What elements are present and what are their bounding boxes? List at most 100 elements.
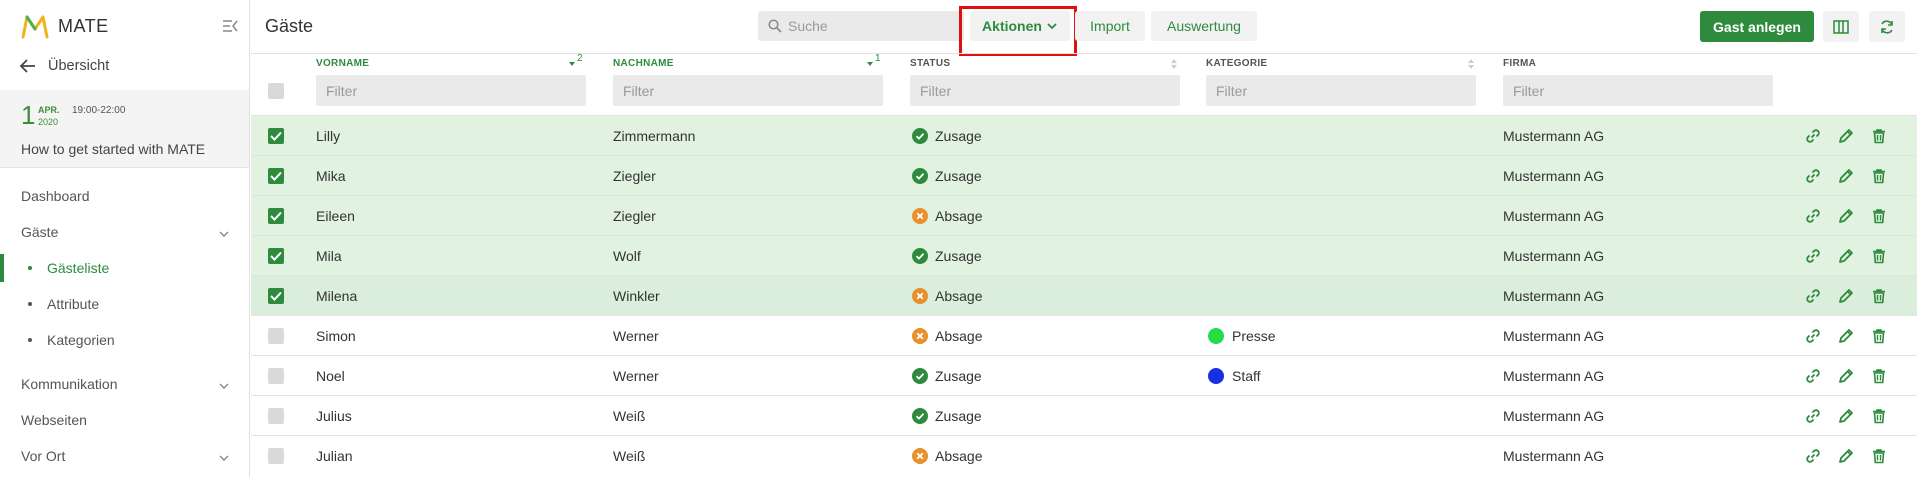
auswertung-button[interactable]: Auswertung [1151, 11, 1257, 41]
trash-icon[interactable] [1870, 407, 1888, 425]
trash-icon[interactable] [1870, 327, 1888, 345]
import-button[interactable]: Import [1075, 11, 1145, 41]
row-checkbox[interactable] [268, 248, 284, 264]
table-row[interactable]: Simon Werner Absage Presse Mustermann AG [251, 315, 1917, 355]
mate-logo-icon [21, 15, 49, 39]
link-icon[interactable] [1804, 327, 1822, 345]
link-icon[interactable] [1804, 287, 1822, 305]
row-checkbox[interactable] [268, 328, 284, 344]
row-checkbox[interactable] [268, 448, 284, 464]
link-icon[interactable] [1804, 367, 1822, 385]
column-header-kategorie[interactable]: KATEGORIE [1206, 58, 1267, 69]
row-checkbox[interactable] [268, 168, 284, 184]
sidebar: MATE Übersicht 1 APR. 2020 19:00-22:00 H… [0, 0, 250, 477]
pencil-icon[interactable] [1837, 167, 1855, 185]
pencil-icon[interactable] [1837, 207, 1855, 225]
refresh-icon [1881, 19, 1893, 34]
status-cell: Zusage [912, 128, 982, 144]
table-row[interactable]: Mika Ziegler Zusage Mustermann AG [251, 155, 1917, 195]
status-cell: Zusage [912, 408, 982, 424]
sort-indicator-vorname[interactable]: 2 [568, 53, 583, 68]
sidebar-item-kommunikation[interactable]: Kommunikation [21, 376, 118, 392]
columns-button[interactable] [1823, 11, 1859, 42]
table-row[interactable]: Noel Werner Zusage Staff Mustermann AG [251, 355, 1917, 395]
table-row[interactable]: Julian Weiß Absage Mustermann AG [251, 435, 1917, 475]
sidebar-item-vor-ort[interactable]: Vor Ort [21, 448, 65, 464]
trash-icon[interactable] [1870, 247, 1888, 265]
status-text: Zusage [935, 128, 982, 144]
sort-icon[interactable] [1170, 58, 1178, 70]
filter-nachname[interactable] [613, 75, 883, 106]
trash-icon[interactable] [1870, 447, 1888, 465]
sidebar-item-webseiten[interactable]: Webseiten [21, 412, 87, 428]
row-checkbox[interactable] [268, 408, 284, 424]
status-cell: Absage [912, 448, 982, 464]
trash-icon[interactable] [1870, 127, 1888, 145]
row-checkbox[interactable] [268, 208, 284, 224]
event-time: 19:00-22:00 [72, 105, 126, 116]
chevron-down-icon[interactable] [218, 380, 230, 392]
column-header-firma[interactable]: FIRMA [1503, 58, 1536, 69]
pencil-icon[interactable] [1837, 327, 1855, 345]
sort-icon[interactable] [1467, 58, 1475, 70]
sidebar-item-gaesteliste[interactable]: Gästeliste [28, 260, 109, 276]
brand[interactable]: MATE [20, 12, 109, 40]
chevron-down-icon[interactable] [218, 228, 230, 240]
add-guest-button[interactable]: Gast anlegen [1700, 11, 1814, 42]
link-icon[interactable] [1804, 247, 1822, 265]
link-icon[interactable] [1804, 167, 1822, 185]
table-row[interactable]: Lilly Zimmermann Zusage Mustermann AG [251, 115, 1917, 155]
filter-firma[interactable] [1503, 75, 1773, 106]
category-color-icon [1208, 368, 1224, 384]
row-checkbox[interactable] [268, 288, 284, 304]
column-header-status[interactable]: STATUS [910, 58, 950, 69]
sidebar-item-gaeste[interactable]: Gäste [21, 224, 58, 240]
column-header-nachname[interactable]: NACHNAME [613, 58, 674, 69]
filter-vorname[interactable] [316, 75, 586, 106]
trash-icon[interactable] [1870, 287, 1888, 305]
row-checkbox[interactable] [268, 128, 284, 144]
table-row[interactable]: Mila Wolf Zusage Mustermann AG [251, 235, 1917, 275]
row-checkbox[interactable] [268, 368, 284, 384]
pencil-icon[interactable] [1837, 367, 1855, 385]
sidebar-item-dashboard[interactable]: Dashboard [21, 188, 90, 204]
filter-status[interactable] [910, 75, 1180, 106]
back-link[interactable]: Übersicht [20, 58, 109, 74]
pencil-icon[interactable] [1837, 447, 1855, 465]
sort-indicator-nachname[interactable]: 1 [866, 53, 881, 68]
search-box[interactable] [758, 11, 964, 41]
column-header-vorname[interactable]: VORNAME [316, 58, 369, 69]
trash-icon[interactable] [1870, 367, 1888, 385]
table-row[interactable]: Julius Weiß Zusage Mustermann AG [251, 395, 1917, 435]
trash-icon[interactable] [1870, 167, 1888, 185]
sort-order: 1 [875, 53, 881, 64]
columns-icon [1833, 19, 1849, 34]
link-icon[interactable] [1804, 127, 1822, 145]
check-icon [270, 171, 282, 181]
link-icon[interactable] [1804, 447, 1822, 465]
pencil-icon[interactable] [1837, 127, 1855, 145]
link-icon[interactable] [1804, 407, 1822, 425]
filter-kategorie[interactable] [1206, 75, 1476, 106]
link-icon[interactable] [1804, 207, 1822, 225]
pencil-icon[interactable] [1837, 407, 1855, 425]
status-text: Zusage [935, 248, 982, 264]
pencil-icon[interactable] [1837, 247, 1855, 265]
sidebar-item-kategorien[interactable]: Kategorien [28, 332, 115, 348]
trash-icon[interactable] [1870, 207, 1888, 225]
event-month: APR. [38, 105, 60, 115]
table-row[interactable]: Milena Winkler Absage Mustermann AG [251, 275, 1917, 315]
x-circle-icon [912, 328, 928, 344]
nachname-cell: Ziegler [613, 208, 656, 224]
pencil-icon[interactable] [1837, 287, 1855, 305]
kategorie-text: Presse [1232, 328, 1276, 344]
sidebar-item-attribute[interactable]: Attribute [28, 296, 99, 312]
select-all-checkbox[interactable] [268, 83, 284, 99]
status-text: Zusage [935, 168, 982, 184]
nachname-cell: Werner [613, 368, 659, 384]
search-input[interactable] [788, 18, 948, 34]
table-row[interactable]: Eileen Ziegler Absage Mustermann AG [251, 195, 1917, 235]
collapse-sidebar-icon[interactable] [220, 16, 240, 36]
refresh-button[interactable] [1869, 11, 1905, 42]
chevron-down-icon[interactable] [218, 452, 230, 464]
